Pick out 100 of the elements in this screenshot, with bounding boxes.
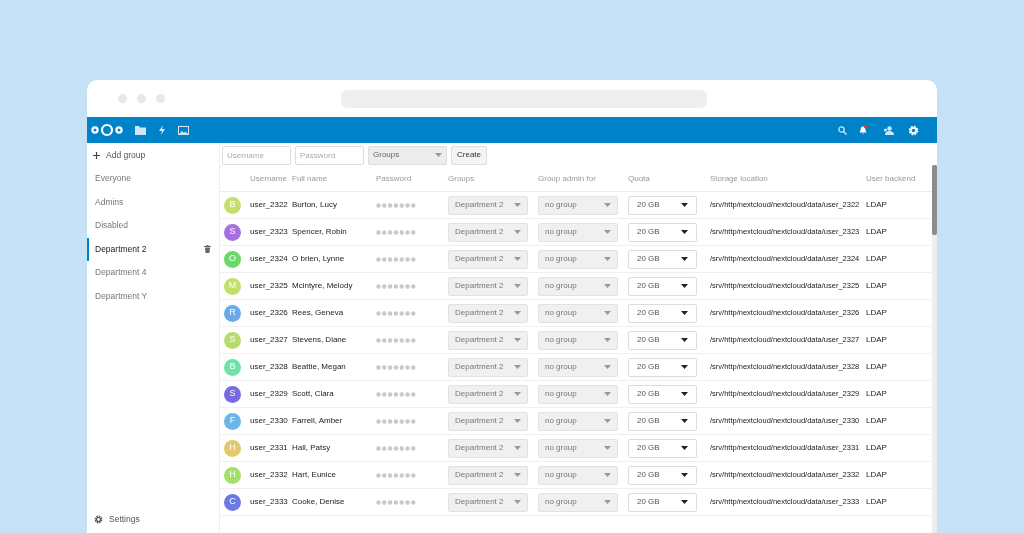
avatar: R bbox=[224, 304, 241, 322]
groups-dropdown[interactable]: Department 2 bbox=[448, 195, 528, 215]
quota-dropdown[interactable]: 20 GB bbox=[628, 303, 697, 323]
quota-dropdown[interactable]: 20 GB bbox=[628, 276, 697, 296]
backend-cell-text: LDAP bbox=[866, 442, 888, 454]
username-cell-text: user_2329 bbox=[250, 388, 289, 400]
groups-dropdown[interactable]: Department 2 bbox=[448, 303, 528, 323]
password-dots-icon bbox=[376, 364, 416, 370]
caret-icon bbox=[604, 446, 611, 450]
full-name-cell-text: Hart, Eunice bbox=[292, 469, 338, 481]
avatar: H bbox=[224, 439, 241, 457]
caret-icon bbox=[604, 338, 611, 342]
groups-dropdown[interactable]: Department 2 bbox=[448, 330, 528, 350]
password-field[interactable]: Password bbox=[295, 145, 364, 165]
trash-icon[interactable] bbox=[204, 245, 211, 254]
quota-dropdown[interactable]: 20 GB bbox=[628, 411, 697, 431]
image-icon[interactable] bbox=[178, 125, 189, 135]
sidebar-item[interactable]: Admins bbox=[87, 190, 219, 214]
caret-icon bbox=[681, 257, 688, 261]
username-cell-text: user_2327 bbox=[250, 334, 289, 346]
group-admin-dropdown[interactable]: no group bbox=[538, 195, 618, 215]
groups-dropdown[interactable]: Department 2 bbox=[448, 249, 528, 269]
group-admin-dropdown[interactable]: no group bbox=[538, 438, 618, 458]
caret-icon bbox=[604, 392, 611, 396]
create-button[interactable]: Create bbox=[451, 145, 487, 165]
scrollbar-thumb[interactable] bbox=[932, 165, 937, 235]
sidebar-item[interactable]: Department Y bbox=[87, 284, 219, 308]
add-group-button[interactable]: Add group bbox=[87, 143, 219, 167]
username-cell-text: user_2330 bbox=[250, 415, 289, 427]
backend-cell-text: LDAP bbox=[866, 469, 888, 481]
quota-dropdown[interactable]: 20 GB bbox=[628, 330, 697, 350]
caret-icon bbox=[681, 203, 688, 207]
avatar: B bbox=[224, 196, 241, 214]
caret-icon bbox=[514, 419, 521, 423]
group-admin-dropdown[interactable]: no group bbox=[538, 357, 618, 377]
quota-dropdown[interactable]: 20 GB bbox=[628, 249, 697, 269]
groups-dropdown[interactable]: Department 2 bbox=[448, 384, 528, 404]
groups-dropdown[interactable]: Department 2 bbox=[448, 465, 528, 485]
groups-dropdown[interactable]: Department 2 bbox=[448, 357, 528, 377]
avatar: S bbox=[224, 385, 241, 403]
caret-icon bbox=[514, 203, 521, 207]
quota-dropdown[interactable]: 20 GB bbox=[628, 384, 697, 404]
password-dots-icon bbox=[376, 418, 416, 424]
sidebar-item[interactable]: Everyone bbox=[87, 167, 219, 191]
full-name-cell-text: Rees, Geneva bbox=[292, 307, 345, 319]
full-name-cell-text: Burton, Lucy bbox=[292, 199, 338, 211]
password-dots-icon bbox=[376, 202, 416, 208]
backend-cell-text: LDAP bbox=[866, 199, 888, 211]
group-name: Department Y bbox=[95, 289, 149, 303]
caret-icon bbox=[681, 284, 688, 288]
groups-dropdown[interactable]: Department 2 bbox=[448, 222, 528, 242]
caret-icon bbox=[514, 284, 521, 288]
quota-dropdown[interactable]: 20 GB bbox=[628, 465, 697, 485]
groups-dropdown[interactable]: Department 2 bbox=[448, 411, 528, 431]
quota-dropdown[interactable]: 20 GB bbox=[628, 492, 697, 512]
group-admin-dropdown[interactable]: no group bbox=[538, 492, 618, 512]
avatar: S bbox=[224, 331, 241, 349]
caret-icon bbox=[514, 338, 521, 342]
gear-icon bbox=[94, 514, 103, 524]
quota-dropdown[interactable]: 20 GB bbox=[628, 195, 697, 215]
settings-icon[interactable] bbox=[908, 124, 919, 136]
contacts-icon[interactable] bbox=[883, 125, 894, 135]
group-admin-dropdown[interactable]: no group bbox=[538, 249, 618, 269]
group-admin-dropdown[interactable]: no group bbox=[538, 303, 618, 323]
groups-dropdown[interactable]: Department 2 bbox=[448, 492, 528, 512]
column-header: Quota bbox=[628, 173, 651, 185]
username-cell-text: user_2323 bbox=[250, 226, 289, 238]
caret-icon bbox=[514, 500, 521, 504]
logo-icon[interactable] bbox=[91, 123, 123, 137]
caret-icon bbox=[604, 311, 611, 315]
groups-dropdown[interactable]: Department 2 bbox=[448, 276, 528, 296]
sidebar-item[interactable]: Department 2 bbox=[87, 237, 219, 261]
group-admin-dropdown[interactable]: no group bbox=[538, 330, 618, 350]
group-admin-dropdown[interactable]: no group bbox=[538, 411, 618, 431]
group-admin-dropdown[interactable]: no group bbox=[538, 384, 618, 404]
full-name-cell-text: Hall, Patsy bbox=[292, 442, 332, 454]
quota-dropdown[interactable]: 20 GB bbox=[628, 438, 697, 458]
sidebar-item[interactable]: Department 4 bbox=[87, 261, 219, 285]
folder-icon[interactable] bbox=[135, 125, 146, 135]
caret-icon bbox=[604, 284, 611, 288]
groups-dropdown[interactable]: Groups bbox=[368, 145, 447, 165]
username-cell-text: user_2326 bbox=[250, 307, 289, 319]
caret-icon bbox=[681, 473, 688, 477]
group-admin-dropdown[interactable]: no group bbox=[538, 465, 618, 485]
username-cell-text: user_2331 bbox=[250, 442, 289, 454]
group-name: Admins bbox=[95, 195, 125, 209]
group-admin-dropdown[interactable]: no group bbox=[538, 276, 618, 296]
quota-dropdown[interactable]: 20 GB bbox=[628, 357, 697, 377]
groups-dropdown[interactable]: Department 2 bbox=[448, 438, 528, 458]
column-header: User backend bbox=[866, 173, 917, 185]
avatar: B bbox=[224, 358, 241, 376]
quota-dropdown[interactable]: 20 GB bbox=[628, 222, 697, 242]
search-icon[interactable] bbox=[838, 125, 847, 135]
username-field[interactable]: Username bbox=[222, 145, 291, 165]
settings-button[interactable]: Settings bbox=[87, 508, 219, 530]
lightning-icon[interactable] bbox=[158, 125, 166, 135]
bell-icon[interactable] bbox=[859, 125, 868, 135]
sidebar-item[interactable]: Disabled bbox=[87, 214, 219, 238]
group-admin-dropdown[interactable]: no group bbox=[538, 222, 618, 242]
caret-icon bbox=[514, 365, 521, 369]
